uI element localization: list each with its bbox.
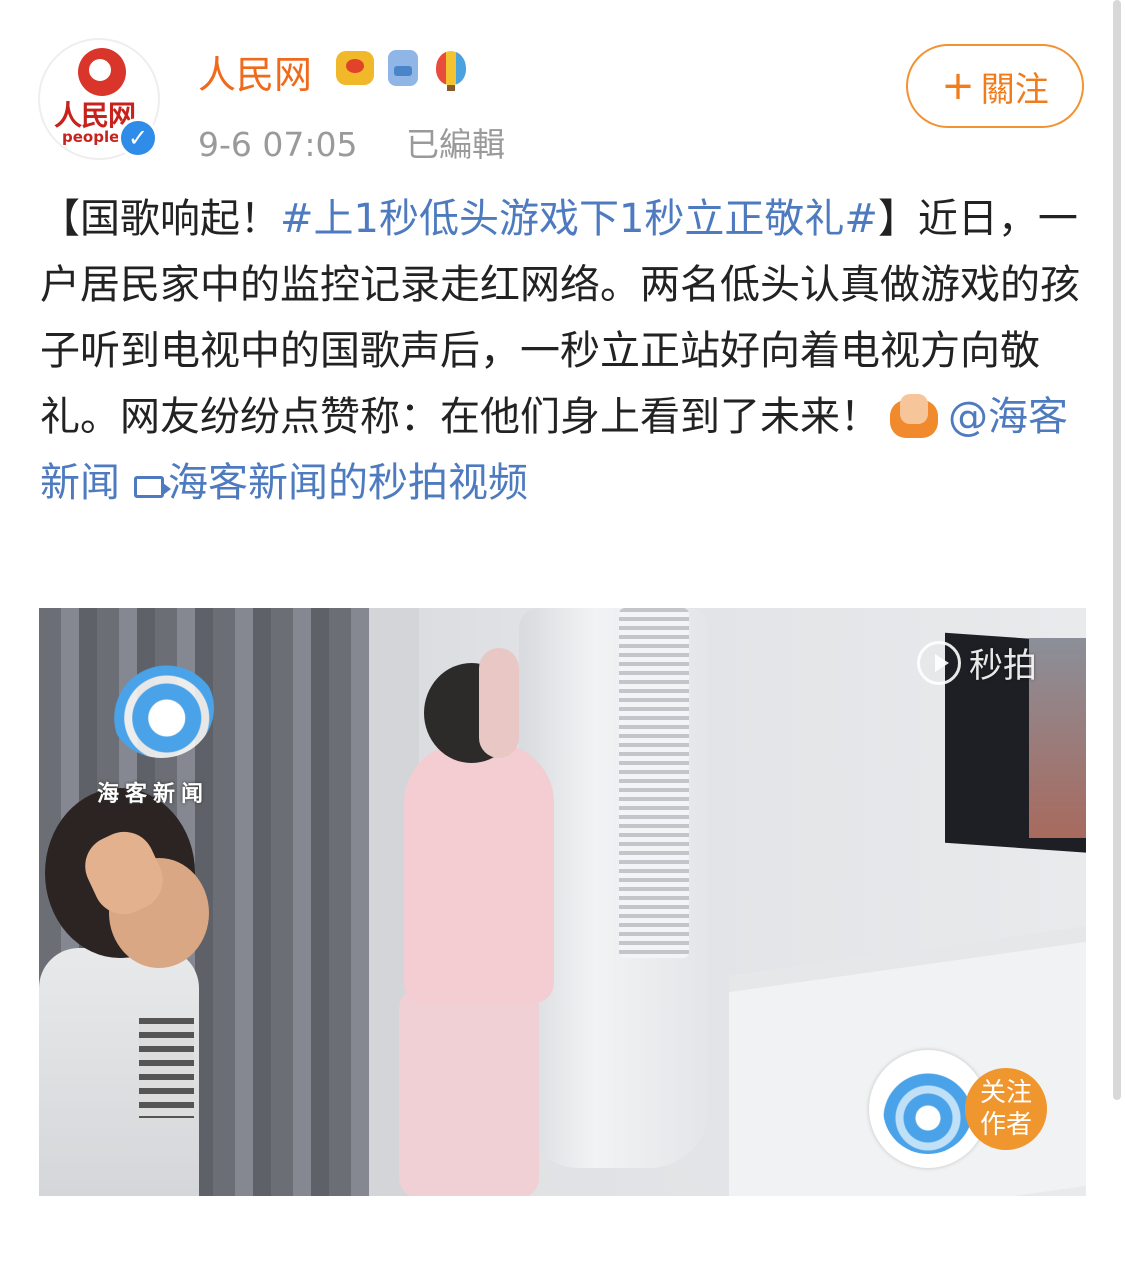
backpack-icon[interactable] xyxy=(384,48,422,88)
post-text: 【国歌响起！#上1秒低头游戏下1秒立正敬礼#】近日，一户居民家中的监控记录走红网… xyxy=(40,186,1088,516)
video-link-icon xyxy=(134,476,171,498)
follow-button[interactable]: + 關注 xyxy=(906,44,1084,128)
scrollbar[interactable] xyxy=(1113,0,1121,1100)
post-time: 9-6 07:05 xyxy=(198,125,358,164)
author-name[interactable]: 人民网 xyxy=(198,44,312,99)
haike-watermark-text: 海客新闻 xyxy=(97,781,210,807)
user-badges xyxy=(336,48,470,91)
hands-emoji-icon xyxy=(886,394,942,438)
miaopai-play-icon xyxy=(917,640,961,685)
balloon-icon[interactable] xyxy=(432,48,470,91)
video-player[interactable]: 海客新闻 秒拍 关注 作者 xyxy=(39,608,1086,1196)
follow-author-line2: 作者 xyxy=(979,1110,1032,1140)
hashtag-link[interactable]: #上1秒低头游戏下1秒立正敬礼# xyxy=(280,196,878,242)
video-frame-girl-figure xyxy=(384,648,569,1196)
crown-icon[interactable] xyxy=(336,48,374,88)
post-meta: 9-6 07:05 已編輯 xyxy=(198,118,543,166)
verified-badge-icon: ✓ xyxy=(118,118,158,158)
miaopai-label: 秒拍 xyxy=(969,646,1037,686)
post-text-intro: 【国歌响起！ xyxy=(40,196,280,242)
video-frame-fan-grill xyxy=(619,608,689,958)
people-logo-icon xyxy=(78,48,126,96)
haike-watermark-logo-icon xyxy=(109,658,214,758)
miaopai-watermark: 秒拍 xyxy=(917,638,1037,687)
follow-label: 關注 xyxy=(980,69,1049,110)
video-frame-tv-screen xyxy=(1029,638,1086,838)
video-source-link[interactable]: 海客新闻的秒拍视频 xyxy=(168,460,528,506)
follow-author-button[interactable]: 关注 作者 xyxy=(965,1068,1047,1150)
follow-author-widget[interactable]: 关注 作者 xyxy=(869,1050,1049,1170)
plus-icon: + xyxy=(941,63,975,109)
video-frame-boy-figure xyxy=(39,788,219,1196)
edited-label[interactable]: 已編輯 xyxy=(406,125,505,164)
follow-author-line1: 关注 xyxy=(979,1078,1032,1108)
